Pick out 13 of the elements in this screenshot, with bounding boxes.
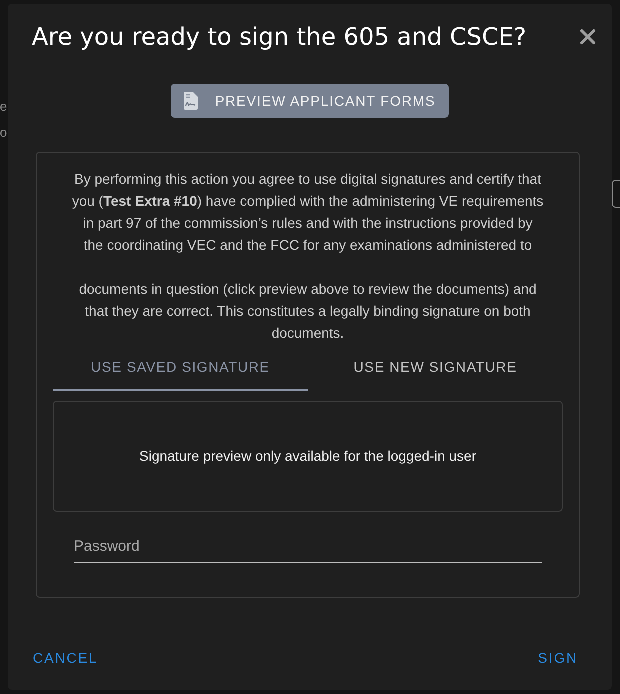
password-field[interactable]: Password — [74, 531, 542, 563]
signature-tab[interactable]: USE NEW SIGNATURE — [308, 346, 563, 391]
dialog-action-button[interactable]: CANCEL — [25, 642, 106, 675]
document-signature-icon — [184, 92, 198, 110]
preview-forms-button[interactable]: PREVIEW APPLICANT FORMS — [171, 84, 449, 118]
dialog-title: Are you ready to sign the 605 and CSCE? — [32, 22, 527, 52]
background-text: e — [0, 98, 8, 116]
agreement-text: documents in question (click preview above to review the documents) and that they are correct. This constitutes a legally binding signature on both documents. — [78, 280, 538, 343]
dialog-action-button[interactable]: SIGN — [530, 642, 586, 675]
signature-tab[interactable]: USE SAVED SIGNATURE — [53, 346, 308, 391]
background-text: o — [0, 124, 8, 142]
agreement-text: By performing this action you agree to use digital signatures and certify that you (Test Extra #10) have complied with the administering VE requirements in part 97 of the commission’s rules and with the instructions provided by the coordinating VEC and the FCC for any examinations administered to — [72, 170, 544, 255]
signature-preview-message: Signature preview only available for the logged-in user — [140, 447, 476, 466]
